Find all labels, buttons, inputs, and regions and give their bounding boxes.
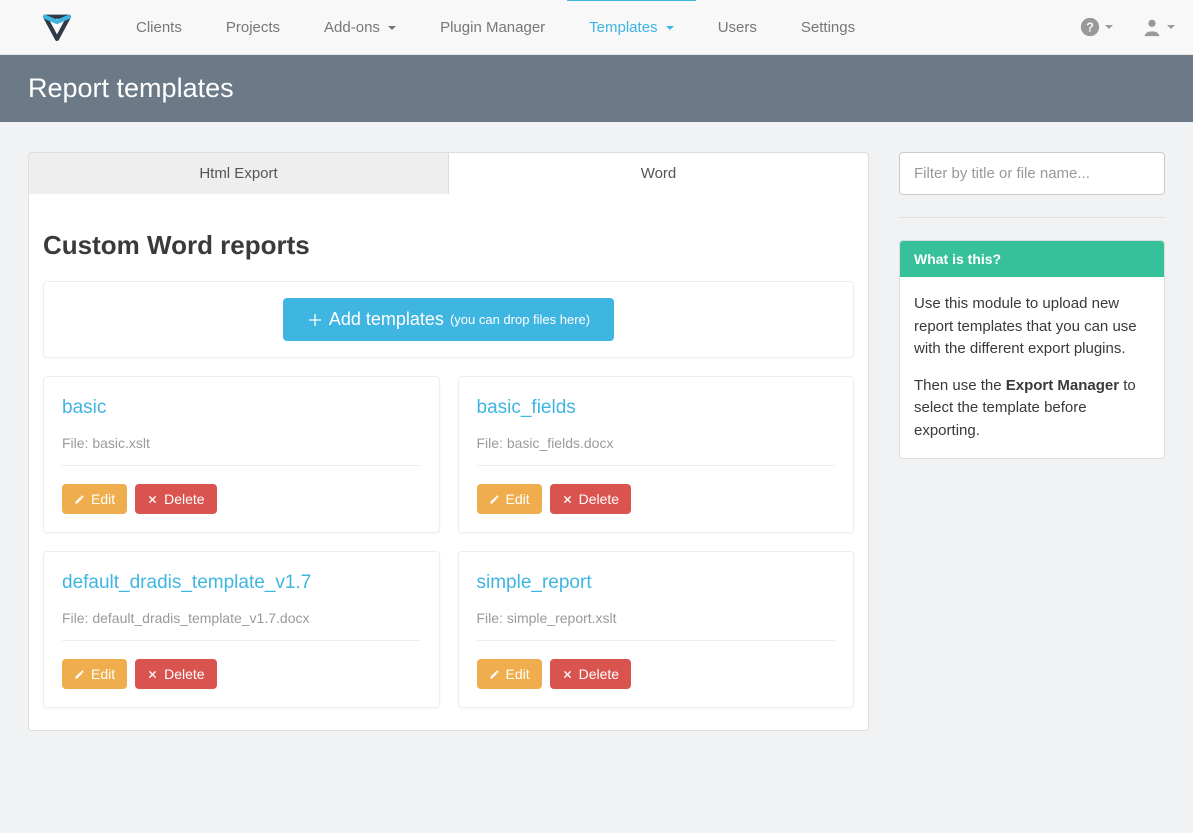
add-templates-button[interactable]: Add templates (you can drop files here) <box>283 298 614 341</box>
divider <box>899 217 1165 218</box>
edit-label: Edit <box>506 491 530 507</box>
delete-label: Delete <box>579 491 619 507</box>
close-icon <box>562 494 573 505</box>
upload-zone[interactable]: Add templates (you can drop files here) <box>43 281 854 358</box>
nav-item-label: Plugin Manager <box>440 19 545 36</box>
panel-heading: Custom Word reports <box>43 230 854 261</box>
template-title[interactable]: simple_report <box>477 572 836 594</box>
logo-icon <box>40 10 74 44</box>
nav-item-label: Clients <box>136 19 182 36</box>
tab-html-export[interactable]: Html Export <box>29 153 449 194</box>
edit-label: Edit <box>506 666 530 682</box>
tab-word[interactable]: Word <box>449 153 868 194</box>
template-file: File: default_dradis_template_v1.7.docx <box>62 610 421 626</box>
delete-label: Delete <box>164 666 204 682</box>
template-card: basic_fields File: basic_fields.docx Edit… <box>458 376 855 533</box>
pencil-icon <box>74 494 85 505</box>
pencil-icon <box>74 669 85 680</box>
template-card: basic File: basic.xslt Edit Delete <box>43 376 440 533</box>
info-heading: What is this? <box>900 241 1164 277</box>
brand-logo[interactable] <box>40 10 74 44</box>
close-icon <box>147 494 158 505</box>
nav-item-users[interactable]: Users <box>696 1 779 54</box>
nav-item-plugin-manager[interactable]: Plugin Manager <box>418 1 567 54</box>
edit-button[interactable]: Edit <box>62 484 127 514</box>
nav-item-projects[interactable]: Projects <box>204 1 302 54</box>
delete-button[interactable]: Delete <box>550 484 631 514</box>
chevron-down-icon <box>388 26 396 30</box>
divider <box>477 465 836 466</box>
plus-icon <box>307 312 323 328</box>
template-file: File: simple_report.xslt <box>477 610 836 626</box>
nav-item-label: Users <box>718 19 757 36</box>
delete-button[interactable]: Delete <box>135 484 216 514</box>
template-grid: basicFile: basic.xslt Edit Deletebasic_f… <box>43 376 854 708</box>
user-menu[interactable] <box>1141 16 1175 38</box>
template-card: simple_report File: simple_report.xslt Ed… <box>458 551 855 708</box>
edit-label: Edit <box>91 666 115 682</box>
nav-item-label: Projects <box>226 19 280 36</box>
info-panel: What is this? Use this module to upload … <box>899 240 1165 459</box>
top-navbar: Clients Projects Add-ons Plugin Manager Tem… <box>0 0 1193 55</box>
nav-item-clients[interactable]: Clients <box>114 1 204 54</box>
nav-item-label: Templates <box>589 19 657 36</box>
nav-item-label: Settings <box>801 19 855 36</box>
edit-button[interactable]: Edit <box>477 659 542 689</box>
pencil-icon <box>489 669 500 680</box>
template-file: File: basic_fields.docx <box>477 435 836 451</box>
tabs: Html ExportWord <box>28 152 869 194</box>
edit-label: Edit <box>91 491 115 507</box>
filter-input[interactable] <box>899 152 1165 195</box>
info-paragraph-2: Then use the Export Manager to select th… <box>914 375 1150 443</box>
add-templates-label: Add templates <box>329 309 444 330</box>
delete-button[interactable]: Delete <box>550 659 631 689</box>
help-icon: ? <box>1079 16 1101 38</box>
pencil-icon <box>489 494 500 505</box>
edit-button[interactable]: Edit <box>477 484 542 514</box>
nav-item-label: Add-ons <box>324 19 380 36</box>
template-title[interactable]: default_dradis_template_v1.7 <box>62 572 421 594</box>
svg-text:?: ? <box>1086 20 1094 35</box>
nav-list: Clients Projects Add-ons Plugin Manager Tem… <box>114 1 1079 54</box>
template-title[interactable]: basic_fields <box>477 397 836 419</box>
nav-item-templates[interactable]: Templates <box>567 1 696 54</box>
chevron-down-icon <box>666 26 674 30</box>
nav-item-settings[interactable]: Settings <box>779 1 877 54</box>
close-icon <box>147 669 158 680</box>
templates-panel: Custom Word reports Add templates (you c… <box>28 194 869 731</box>
delete-button[interactable]: Delete <box>135 659 216 689</box>
edit-button[interactable]: Edit <box>62 659 127 689</box>
page-title: Report templates <box>0 55 1193 122</box>
close-icon <box>562 669 573 680</box>
divider <box>477 640 836 641</box>
user-icon <box>1141 16 1163 38</box>
divider <box>62 640 421 641</box>
divider <box>62 465 421 466</box>
help-menu[interactable]: ? <box>1079 16 1113 38</box>
template-title[interactable]: basic <box>62 397 421 419</box>
nav-item-add-ons[interactable]: Add-ons <box>302 1 418 54</box>
delete-label: Delete <box>579 666 619 682</box>
info-paragraph-1: Use this module to upload new report tem… <box>914 293 1150 361</box>
template-file: File: basic.xslt <box>62 435 421 451</box>
delete-label: Delete <box>164 491 204 507</box>
add-templates-hint: (you can drop files here) <box>450 312 590 327</box>
template-card: default_dradis_template_v1.7 File: defaul… <box>43 551 440 708</box>
